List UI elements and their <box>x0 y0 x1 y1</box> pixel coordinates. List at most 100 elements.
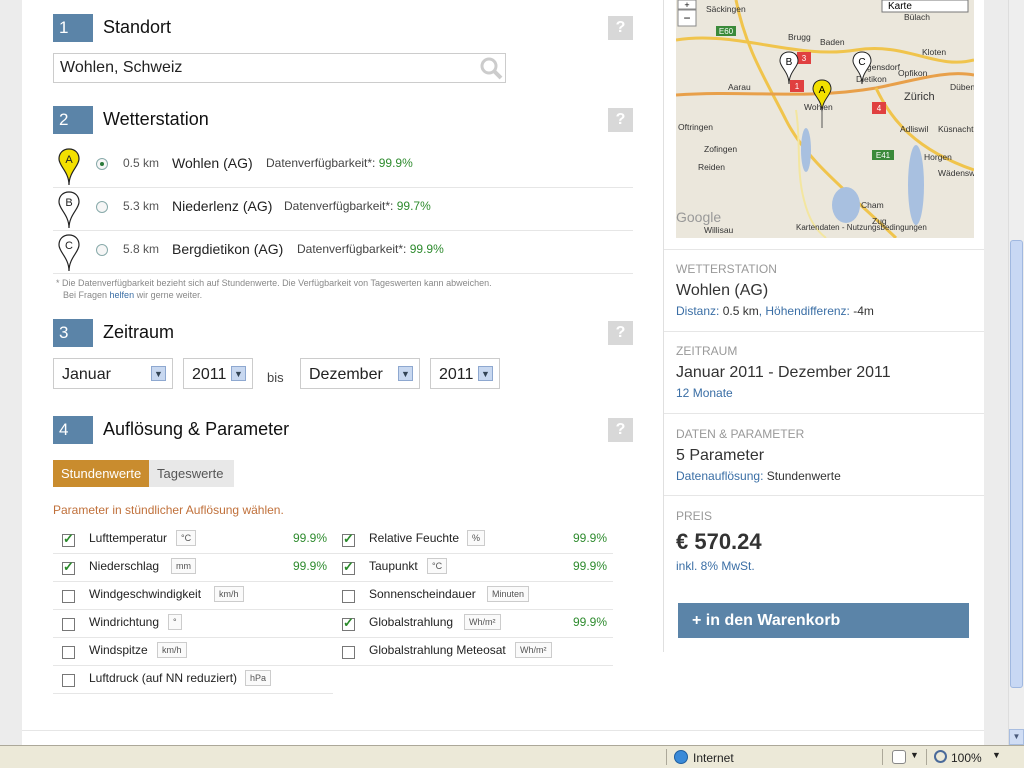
add-to-cart-button[interactable]: + in den Warenkorb <box>678 603 969 638</box>
parameter-row[interactable]: Taupunkt °C 99.9% <box>333 554 613 582</box>
divider <box>926 749 927 765</box>
location-input[interactable] <box>53 53 506 83</box>
divider <box>664 331 984 332</box>
chevron-down-icon[interactable]: ▼ <box>992 750 1001 760</box>
divider <box>666 749 667 765</box>
station-radio[interactable] <box>96 244 108 256</box>
help-icon[interactable]: ? <box>608 418 633 442</box>
parameter-unit: °C <box>427 558 448 574</box>
marker-b-icon: B <box>58 191 80 229</box>
parameter-row[interactable]: Niederschlag mm 99.9% <box>53 554 333 582</box>
svg-text:Bülach: Bülach <box>904 12 930 22</box>
parameter-row[interactable]: Sonnenscheindauer Minuten <box>333 582 613 610</box>
station-row[interactable]: C 5.8 km Bergdietikon (AG) Datenverfügba… <box>53 231 633 274</box>
scroll-down-icon[interactable]: ▼ <box>1009 729 1024 745</box>
vat-note: inkl. 8% MwSt. <box>676 559 755 573</box>
svg-text:A: A <box>65 154 73 166</box>
parameter-name: Luftdruck (auf NN reduziert) <box>89 671 238 685</box>
divider <box>664 249 984 250</box>
station-row[interactable]: B 5.3 km Niederlenz (AG) Datenverfügbark… <box>53 188 633 231</box>
vertical-scrollbar[interactable]: ▼ <box>1008 0 1024 745</box>
map-canvas[interactable]: E60 E41 1 3 4 Säckingen Bülach Brugg Bad… <box>676 0 974 238</box>
parameter-row[interactable]: Windgeschwindigkeit km/h <box>53 582 333 610</box>
to-year-select[interactable]: 2011 ▼ <box>430 358 500 389</box>
protected-mode-icon[interactable] <box>892 750 906 764</box>
search-icon[interactable] <box>477 54 505 82</box>
parameter-availability: 99.9% <box>292 531 327 545</box>
svg-text:Google: Google <box>676 209 721 225</box>
parameter-checkbox[interactable] <box>342 615 355 631</box>
svg-text:Cham: Cham <box>861 200 884 210</box>
section-standort: 1 Standort ? <box>53 14 633 44</box>
zoom-icon[interactable] <box>934 750 947 763</box>
parameter-row[interactable]: Globalstrahlung Meteosat Wh/m² <box>333 638 613 666</box>
parameter-checkbox[interactable] <box>62 646 75 659</box>
summary-value: Wohlen (AG) <box>676 282 769 299</box>
summary-label: Preis <box>676 509 713 523</box>
section-title: Standort <box>103 17 172 37</box>
svg-text:A: A <box>819 85 826 96</box>
parameter-name: Windgeschwindigkeit <box>89 587 202 601</box>
station-name: Wohlen (AG) <box>172 155 253 171</box>
help-icon[interactable]: ? <box>608 16 633 40</box>
chevron-down-icon: ▼ <box>231 366 246 381</box>
help-icon[interactable]: ? <box>608 321 633 345</box>
section-number: 4 <box>53 416 93 444</box>
parameter-checkbox[interactable] <box>62 531 75 547</box>
svg-text:Wädenswil: Wädenswil <box>938 168 974 178</box>
section-title: Auflösung & Parameter <box>103 419 290 439</box>
parameter-checkbox[interactable] <box>62 618 75 631</box>
parameter-checkbox[interactable] <box>342 531 355 547</box>
svg-text:Oftringen: Oftringen <box>678 122 713 132</box>
svg-text:E60: E60 <box>719 27 734 36</box>
station-radio[interactable] <box>96 201 108 213</box>
station-row[interactable]: A 0.5 km Wohlen (AG) Datenverfügbarkeit*… <box>53 145 633 188</box>
parameter-name: Sonnenscheindauer <box>369 587 476 601</box>
to-month-select[interactable]: Dezember ▼ <box>300 358 420 389</box>
parameter-row[interactable]: Lufttemperatur °C 99.9% <box>53 526 333 554</box>
parameter-availability: 99.9% <box>572 615 607 629</box>
browser-statusbar: Internet ▼ 100% ▼ <box>0 745 1024 768</box>
parameter-checkbox[interactable] <box>342 646 355 659</box>
help-link[interactable]: helfen <box>110 290 135 300</box>
parameter-row[interactable]: Luftdruck (auf NN reduziert) hPa <box>53 666 333 694</box>
svg-text:+: + <box>684 0 689 10</box>
svg-text:Brugg: Brugg <box>788 32 811 42</box>
tab-stundenwerte[interactable]: Stundenwerte <box>53 460 149 487</box>
section-zeitraum: 3 Zeitraum ? <box>53 319 633 349</box>
station-distance: 5.8 km <box>123 242 160 256</box>
parameter-unit: Wh/m² <box>464 614 501 630</box>
parameter-checkbox[interactable] <box>62 559 75 575</box>
marker-a-icon: A <box>58 148 80 186</box>
parameter-row[interactable]: Windspitze km/h <box>53 638 333 666</box>
parameter-checkbox[interactable] <box>342 559 355 575</box>
from-year-select[interactable]: 2011 ▼ <box>183 358 253 389</box>
station-availability: Datenverfügbarkeit*: 99.9% <box>266 156 413 170</box>
parameter-row[interactable]: Globalstrahlung Wh/m² 99.9% <box>333 610 613 638</box>
tab-tageswerte[interactable]: Tageswerte <box>149 460 234 487</box>
divider <box>664 495 984 496</box>
section-number: 2 <box>53 106 93 134</box>
svg-text:Karte: Karte <box>888 1 912 12</box>
chevron-down-icon[interactable]: ▼ <box>910 750 919 760</box>
parameter-row[interactable]: Relative Feuchte % 99.9% <box>333 526 613 554</box>
summary-label: Wetterstation <box>676 262 777 276</box>
station-map[interactable]: E60 E41 1 3 4 Säckingen Bülach Brugg Bad… <box>676 0 974 238</box>
station-radio[interactable] <box>96 158 108 170</box>
svg-text:4: 4 <box>877 104 882 113</box>
scrollbar-thumb[interactable] <box>1010 240 1023 688</box>
help-icon[interactable]: ? <box>608 108 633 132</box>
station-name: Bergdietikon (AG) <box>172 241 284 257</box>
parameter-checkbox[interactable] <box>342 590 355 603</box>
summary-detail: Datenauflösung: Stundenwerte <box>676 469 841 483</box>
svg-text:1: 1 <box>795 82 800 91</box>
parameter-checkbox[interactable] <box>62 590 75 603</box>
parameter-checkbox[interactable] <box>62 674 75 687</box>
from-month-select[interactable]: Januar ▼ <box>53 358 173 389</box>
svg-text:Aarau: Aarau <box>728 82 751 92</box>
svg-text:Reiden: Reiden <box>698 162 725 172</box>
parameter-availability: 99.9% <box>292 559 327 573</box>
parameter-row[interactable]: Windrichtung ° <box>53 610 333 638</box>
zoom-level[interactable]: 100% <box>951 751 982 765</box>
parameter-unit: % <box>467 530 486 546</box>
